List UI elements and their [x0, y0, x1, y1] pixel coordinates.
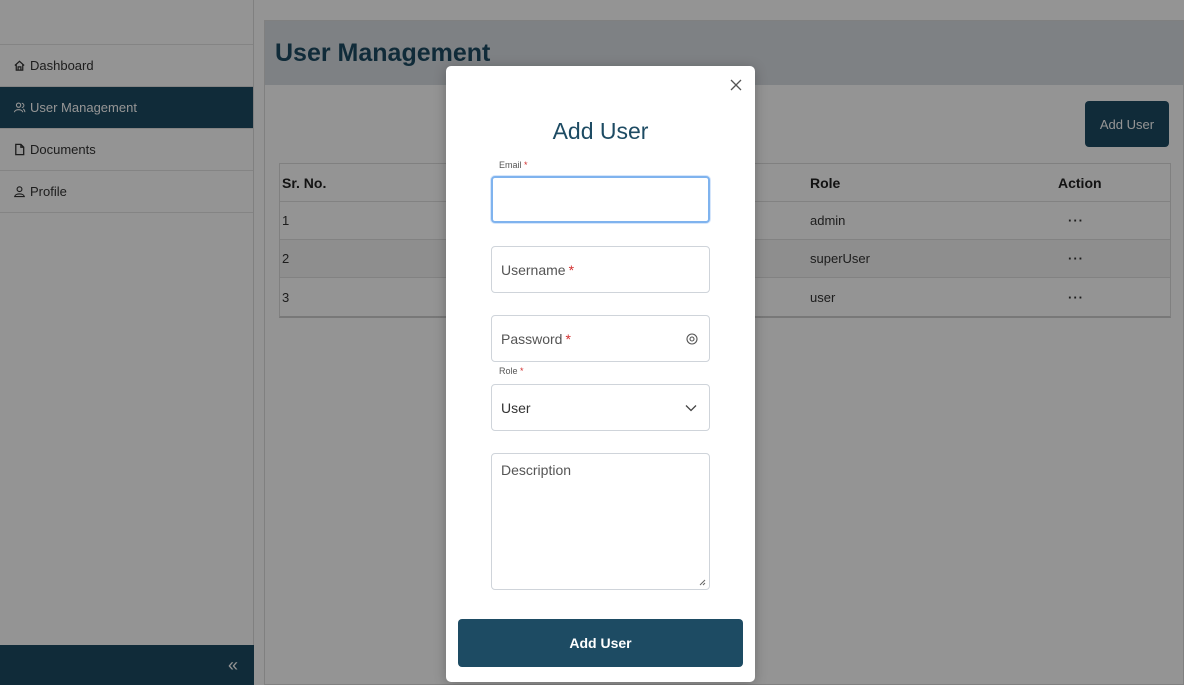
email-field[interactable] — [491, 176, 710, 223]
chevron-down-icon — [685, 405, 697, 412]
username-placeholder: Username — [501, 261, 566, 278]
email-label: Email * — [499, 160, 528, 170]
close-button[interactable] — [727, 76, 745, 94]
password-field[interactable]: Password * — [491, 315, 710, 362]
username-field[interactable]: Username * — [491, 246, 710, 293]
submit-add-user-button[interactable]: Add User — [458, 619, 743, 667]
password-placeholder: Password — [501, 330, 563, 347]
description-textarea[interactable]: Description — [491, 453, 710, 590]
eye-icon[interactable] — [685, 332, 699, 346]
resize-handle-icon[interactable] — [698, 578, 706, 586]
description-placeholder: Description — [501, 462, 572, 478]
email-input[interactable] — [502, 178, 708, 221]
modal-title: Add User — [552, 118, 649, 144]
add-user-modal: Add User Email * Username * Password * R… — [446, 66, 755, 682]
role-selected-value: User — [501, 399, 531, 416]
role-label: Role * — [499, 366, 524, 376]
close-icon — [730, 79, 742, 91]
role-select[interactable]: User — [491, 384, 710, 431]
